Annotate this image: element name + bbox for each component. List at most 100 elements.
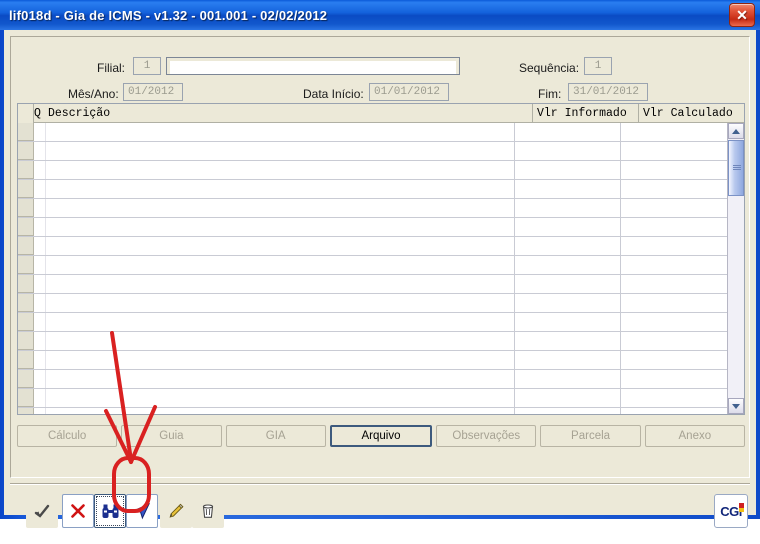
table-row[interactable] — [18, 123, 727, 142]
table-cell[interactable] — [34, 332, 46, 350]
table-cell[interactable] — [515, 275, 621, 293]
table-cell[interactable] — [34, 256, 46, 274]
table-cell[interactable] — [515, 332, 621, 350]
scroll-up-button[interactable] — [728, 123, 744, 139]
table-cell[interactable] — [515, 180, 621, 198]
table-row[interactable] — [18, 408, 727, 414]
table-cell[interactable] — [46, 370, 515, 388]
table-cell[interactable] — [621, 142, 727, 160]
table-cell[interactable] — [34, 408, 46, 414]
tab-observacoes[interactable]: Observações — [436, 425, 537, 447]
table-cell[interactable] — [621, 237, 727, 255]
data-inicio-field[interactable]: 01/01/2012 — [369, 83, 449, 101]
tab-arquivo[interactable]: Arquivo — [329, 425, 433, 447]
table-row[interactable] — [18, 256, 727, 275]
table-row[interactable] — [18, 237, 727, 256]
table-cell[interactable] — [515, 142, 621, 160]
table-cell[interactable] — [46, 256, 515, 274]
table-row[interactable] — [18, 218, 727, 237]
table-cell[interactable] — [515, 351, 621, 369]
table-cell[interactable] — [46, 123, 515, 141]
table-cell[interactable] — [621, 313, 727, 331]
table-cell[interactable] — [46, 218, 515, 236]
delete-button[interactable] — [192, 494, 224, 528]
table-row[interactable] — [18, 351, 727, 370]
cgi-logo-button[interactable]: CGi — [714, 494, 748, 528]
table-row[interactable] — [18, 275, 727, 294]
table-cell[interactable] — [46, 332, 515, 350]
table-cell[interactable] — [621, 218, 727, 236]
grid-vertical-scrollbar[interactable] — [727, 123, 744, 414]
table-cell[interactable] — [515, 237, 621, 255]
table-cell[interactable] — [46, 294, 515, 312]
table-cell[interactable] — [621, 199, 727, 217]
column-header-vlr-calculado[interactable]: Vlr Calculado — [638, 104, 744, 123]
table-cell[interactable] — [34, 142, 46, 160]
tab-gia[interactable]: GIA — [225, 425, 326, 447]
table-row[interactable] — [18, 294, 727, 313]
table-cell[interactable] — [46, 389, 515, 407]
table-cell[interactable] — [621, 123, 727, 141]
table-cell[interactable] — [34, 294, 46, 312]
table-cell[interactable] — [34, 237, 46, 255]
table-cell[interactable] — [515, 370, 621, 388]
table-row[interactable] — [18, 180, 727, 199]
edit-button[interactable] — [160, 494, 192, 528]
scrollbar-thumb[interactable] — [728, 140, 744, 196]
table-cell[interactable] — [46, 351, 515, 369]
table-cell[interactable] — [621, 408, 727, 414]
table-cell[interactable] — [515, 389, 621, 407]
table-cell[interactable] — [46, 313, 515, 331]
table-cell[interactable] — [34, 180, 46, 198]
table-cell[interactable] — [34, 389, 46, 407]
table-row[interactable] — [18, 389, 727, 408]
table-cell[interactable] — [34, 370, 46, 388]
grid-body[interactable] — [18, 123, 727, 414]
column-header-descricao[interactable]: Descrição — [46, 104, 532, 123]
table-cell[interactable] — [621, 180, 727, 198]
table-cell[interactable] — [46, 161, 515, 179]
table-cell[interactable] — [46, 237, 515, 255]
table-cell[interactable] — [621, 294, 727, 312]
table-row[interactable] — [18, 313, 727, 332]
table-cell[interactable] — [515, 313, 621, 331]
table-cell[interactable] — [34, 313, 46, 331]
tab-anexo[interactable]: Anexo — [644, 425, 745, 447]
table-cell[interactable] — [34, 275, 46, 293]
table-row[interactable] — [18, 199, 727, 218]
tab-guia[interactable]: Guia — [121, 425, 222, 447]
items-grid[interactable]: Q Descrição Vlr Informado Vlr Calculado — [17, 103, 745, 415]
table-cell[interactable] — [515, 123, 621, 141]
table-cell[interactable] — [34, 123, 46, 141]
table-cell[interactable] — [515, 161, 621, 179]
confirm-button[interactable] — [26, 494, 58, 528]
search-button[interactable] — [94, 494, 126, 528]
table-cell[interactable] — [46, 408, 515, 414]
column-header-q[interactable]: Q — [34, 104, 46, 123]
table-row[interactable] — [18, 370, 727, 389]
scroll-down-button[interactable] — [728, 398, 744, 414]
table-row[interactable] — [18, 142, 727, 161]
table-cell[interactable] — [515, 199, 621, 217]
table-cell[interactable] — [46, 180, 515, 198]
table-cell[interactable] — [621, 275, 727, 293]
table-cell[interactable] — [34, 218, 46, 236]
tab-parcela[interactable]: Parcela — [540, 425, 641, 447]
close-button[interactable]: ✕ — [729, 3, 755, 27]
table-cell[interactable] — [621, 332, 727, 350]
table-row[interactable] — [18, 332, 727, 351]
mesano-field[interactable]: 01/2012 — [123, 83, 183, 101]
table-cell[interactable] — [34, 199, 46, 217]
tab-bar[interactable]: Cálculo Guia GIA Arquivo Observações Parcela A… — [17, 425, 745, 447]
table-row[interactable] — [18, 161, 727, 180]
filial-name-field[interactable] — [166, 57, 460, 75]
table-cell[interactable] — [515, 218, 621, 236]
table-cell[interactable] — [621, 351, 727, 369]
table-cell[interactable] — [34, 351, 46, 369]
table-cell[interactable] — [621, 256, 727, 274]
filial-code-field[interactable]: 1 — [133, 57, 161, 75]
tab-calculo[interactable]: Cálculo — [17, 425, 118, 447]
fim-field[interactable]: 31/01/2012 — [568, 83, 648, 101]
table-cell[interactable] — [515, 408, 621, 414]
table-cell[interactable] — [46, 199, 515, 217]
